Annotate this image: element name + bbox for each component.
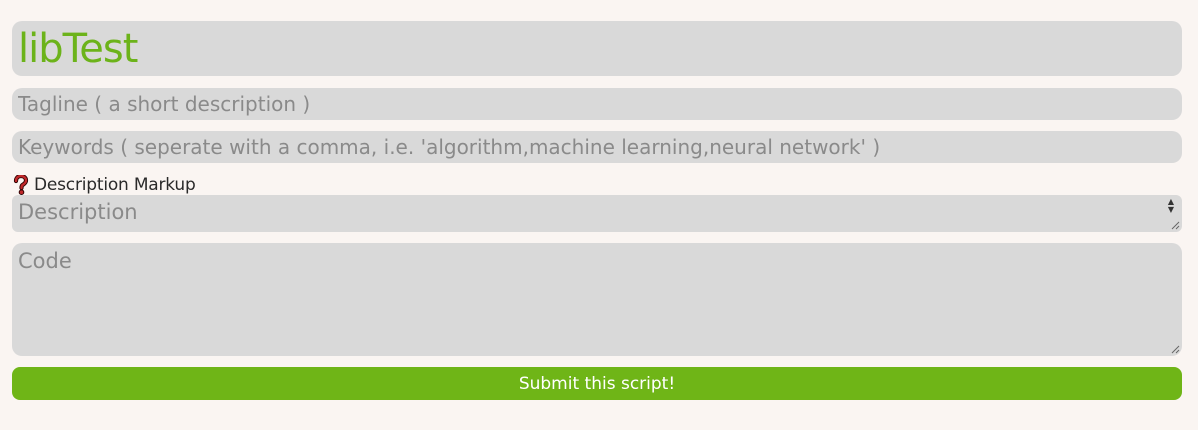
code-field-wrapper xyxy=(12,243,1182,356)
description-field-wrapper: ▲▼ xyxy=(12,195,1182,232)
keywords-input[interactable] xyxy=(12,131,1182,163)
submit-script-button[interactable]: Submit this script! xyxy=(12,367,1182,400)
tagline-input[interactable] xyxy=(12,88,1182,120)
resize-grip-icon[interactable] xyxy=(1171,221,1180,230)
description-markup-link[interactable]: Description Markup xyxy=(34,175,196,195)
question-mark-icon[interactable] xyxy=(12,173,30,196)
description-textarea[interactable] xyxy=(12,195,1182,232)
description-markup-row: Description Markup xyxy=(12,173,1182,196)
title-input[interactable] xyxy=(12,21,1182,76)
resize-grip-icon[interactable] xyxy=(1171,345,1180,354)
submit-script-form: Description Markup ▲▼ Submit this script… xyxy=(12,21,1182,400)
scroll-arrows[interactable]: ▲ ▼ xyxy=(1165,198,1177,216)
code-textarea[interactable] xyxy=(12,243,1182,356)
